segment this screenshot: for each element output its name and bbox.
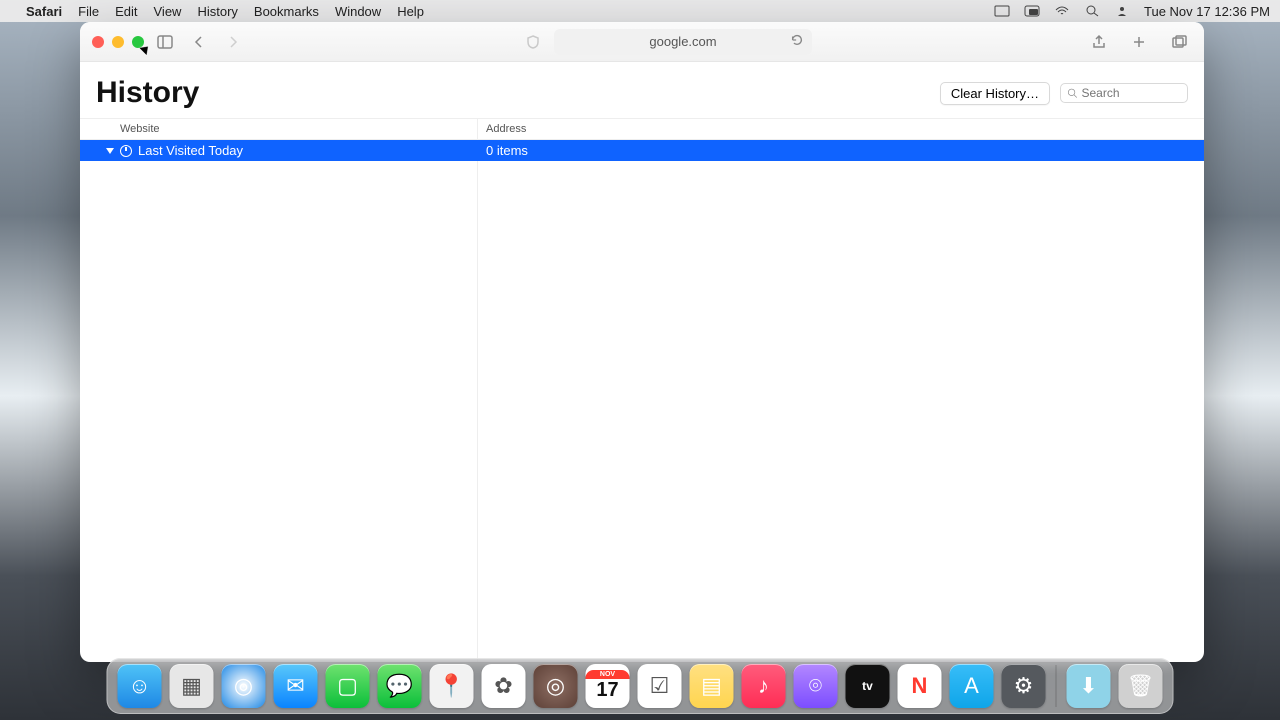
dock-notes[interactable]: ▤ xyxy=(690,664,734,708)
menubar-clock[interactable]: Tue Nov 17 12:36 PM xyxy=(1144,4,1270,19)
group-label: Last Visited Today xyxy=(138,143,243,158)
history-header: History Clear History… xyxy=(80,62,1204,118)
menu-file[interactable]: File xyxy=(78,4,99,19)
menu-bookmarks[interactable]: Bookmarks xyxy=(254,4,319,19)
titlebar: google.com xyxy=(80,22,1204,62)
control-center-icon[interactable] xyxy=(1024,5,1040,17)
tab-overview-icon[interactable] xyxy=(1166,31,1192,53)
dock-mail[interactable]: ✉ xyxy=(274,664,318,708)
address-bar[interactable]: google.com xyxy=(554,29,812,55)
dock: ☺▦◎✉▢💬📍✿◎NOV17☑▤♪⌾tvNA⚙⬇🗑 xyxy=(107,658,1174,714)
clear-history-button[interactable]: Clear History… xyxy=(940,82,1050,105)
back-button[interactable] xyxy=(186,31,212,53)
dock-findmy[interactable]: ◎ xyxy=(534,664,578,708)
dock-downloads[interactable]: ⬇ xyxy=(1067,664,1111,708)
dock-appstore[interactable]: A xyxy=(950,664,994,708)
page-title: History xyxy=(96,76,930,110)
menu-window[interactable]: Window xyxy=(335,4,381,19)
history-columns: Website Address xyxy=(80,118,1204,140)
dock-messages[interactable]: 💬 xyxy=(378,664,422,708)
col-address[interactable]: Address xyxy=(478,119,1204,139)
dock-photos[interactable]: ✿ xyxy=(482,664,526,708)
spotlight-icon[interactable] xyxy=(1084,5,1100,17)
wifi-icon[interactable] xyxy=(1054,5,1070,17)
history-body xyxy=(80,161,1204,662)
privacy-report-icon[interactable] xyxy=(520,31,546,53)
dock-tv[interactable]: tv xyxy=(846,664,890,708)
menubar: Safari File Edit View History Bookmarks … xyxy=(0,0,1280,22)
users-icon[interactable] xyxy=(1114,5,1130,17)
history-group-row[interactable]: Last Visited Today 0 items xyxy=(80,140,1204,161)
app-name[interactable]: Safari xyxy=(26,4,62,19)
minimize-button[interactable] xyxy=(112,36,124,48)
dock-maps[interactable]: 📍 xyxy=(430,664,474,708)
disclosure-triangle-icon[interactable] xyxy=(106,148,114,154)
address-text: google.com xyxy=(649,34,716,49)
col-website[interactable]: Website xyxy=(80,119,478,139)
safari-window: google.com History Clear History… Websit… xyxy=(80,22,1204,662)
history-search-input[interactable] xyxy=(1081,86,1181,100)
menu-history[interactable]: History xyxy=(197,4,237,19)
dock-reminders[interactable]: ☑ xyxy=(638,664,682,708)
dock-finder[interactable]: ☺ xyxy=(118,664,162,708)
dock-safari[interactable]: ◎ xyxy=(222,664,266,708)
menu-help[interactable]: Help xyxy=(397,4,424,19)
dock-separator xyxy=(1056,665,1057,707)
close-button[interactable] xyxy=(92,36,104,48)
dock-news[interactable]: N xyxy=(898,664,942,708)
group-count: 0 items xyxy=(478,143,1204,158)
history-search[interactable] xyxy=(1060,83,1188,103)
share-icon[interactable] xyxy=(1086,31,1112,53)
dock-music[interactable]: ♪ xyxy=(742,664,786,708)
dock-facetime[interactable]: ▢ xyxy=(326,664,370,708)
menu-edit[interactable]: Edit xyxy=(115,4,137,19)
reload-icon[interactable] xyxy=(790,33,804,50)
dock-launchpad[interactable]: ▦ xyxy=(170,664,214,708)
keyboard-icon[interactable] xyxy=(994,5,1010,17)
traffic-lights xyxy=(92,36,144,48)
dock-podcasts[interactable]: ⌾ xyxy=(794,664,838,708)
clock-icon xyxy=(120,145,132,157)
search-icon xyxy=(1067,87,1077,99)
dock-calendar[interactable]: NOV17 xyxy=(586,664,630,708)
forward-button xyxy=(220,31,246,53)
new-tab-icon[interactable] xyxy=(1126,31,1152,53)
dock-settings[interactable]: ⚙ xyxy=(1002,664,1046,708)
menu-view[interactable]: View xyxy=(154,4,182,19)
dock-trash[interactable]: 🗑 xyxy=(1119,664,1163,708)
sidebar-toggle-icon[interactable] xyxy=(152,31,178,53)
